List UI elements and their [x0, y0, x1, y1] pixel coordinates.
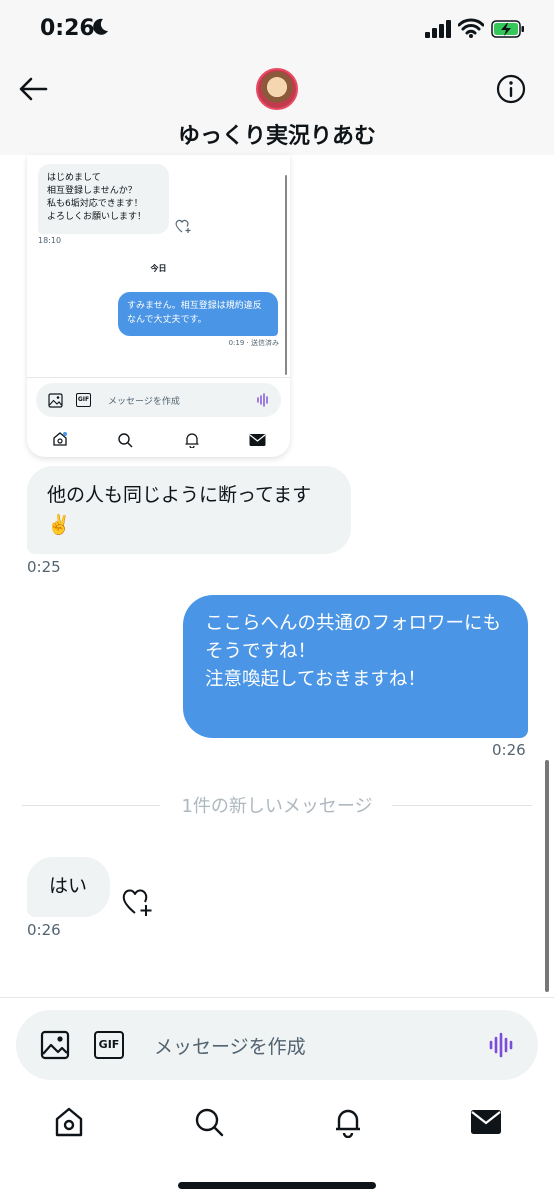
message-time: 0:26 — [492, 741, 526, 759]
home-icon — [53, 432, 67, 446]
messages-icon[interactable] — [470, 1106, 502, 1138]
embedded-day-label: 今日 — [150, 264, 167, 273]
message-time: 0:25 — [27, 558, 61, 576]
voice-icon[interactable] — [488, 1032, 514, 1058]
heart-plus-icon[interactable] — [120, 886, 154, 918]
signal-icon — [425, 20, 451, 38]
message-time: 0:26 — [27, 921, 61, 939]
new-messages-divider: 1件の新しいメッセージ — [22, 792, 532, 817]
avatar[interactable] — [256, 68, 298, 110]
message-composer[interactable]: GIF メッセージを作成 — [16, 1010, 538, 1080]
wifi-icon — [458, 18, 484, 38]
new-messages-label: 1件の新しいメッセージ — [181, 796, 373, 817]
conversation-header: ゆっくり実況りあむ — [0, 60, 554, 155]
arrow-left-icon[interactable] — [18, 77, 48, 101]
shared-screenshot-image[interactable]: はじめまして 相互登録しませんか？ 私も6垢対応できます！ よろしくお願いします… — [27, 155, 290, 457]
moon-icon — [93, 18, 108, 35]
home-indicator — [178, 1182, 376, 1189]
gif-icon[interactable]: GIF — [94, 1031, 124, 1059]
info-icon[interactable] — [496, 74, 526, 104]
notifications-icon — [185, 433, 199, 448]
message-bubble-incoming[interactable]: 他の人も同じように断ってます ✌️ — [27, 466, 351, 554]
message-bubble-incoming[interactable]: はい — [27, 857, 110, 917]
embedded-outgoing-bubble: すみません。相互登録は規約違反なんで大丈夫です。 — [118, 292, 278, 336]
status-time: 0:26 — [40, 16, 95, 41]
embedded-incoming-time: 18:10 — [38, 236, 62, 245]
message-bubble-outgoing[interactable]: ここらへんの共通のフォロワーにも そうですね！ 注意喚起しておきますね！ — [183, 595, 528, 738]
embedded-outgoing-status: 0:19 · 送信済み — [228, 339, 279, 347]
search-icon[interactable] — [193, 1106, 225, 1138]
search-icon — [118, 433, 133, 448]
embedded-incoming-bubble: はじめまして 相互登録しませんか？ 私も6垢対応できます！ よろしくお願いします… — [38, 164, 169, 234]
notifications-icon[interactable] — [332, 1106, 364, 1138]
embedded-composer-placeholder: メッセージを作成 — [108, 397, 180, 407]
status-bar: 0:26 — [0, 0, 554, 60]
messages-icon — [249, 434, 266, 446]
page-title[interactable]: ゆっくり実況りあむ — [0, 118, 554, 150]
image-icon — [48, 393, 63, 408]
home-icon[interactable] — [53, 1106, 85, 1138]
gif-icon: GIF — [76, 393, 91, 407]
voice-icon — [257, 393, 268, 407]
embedded-composer: GIF メッセージを作成 — [36, 383, 281, 417]
heart-plus-icon — [175, 219, 191, 233]
embedded-scrollbar — [285, 175, 287, 375]
composer-bar: GIF メッセージを作成 — [0, 997, 554, 1092]
scrollbar[interactable] — [545, 760, 549, 992]
battery-charging-icon — [491, 20, 524, 38]
image-icon[interactable] — [40, 1030, 70, 1060]
embedded-divider — [27, 377, 290, 378]
message-input[interactable]: メッセージを作成 — [154, 1032, 306, 1059]
